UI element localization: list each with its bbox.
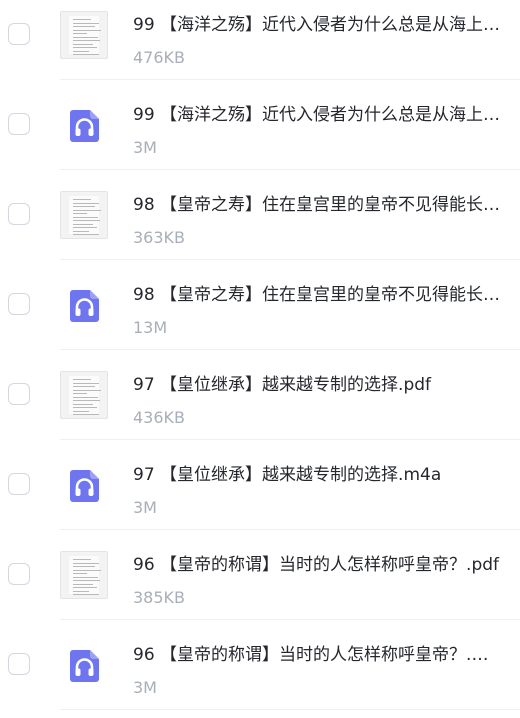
select-checkbox[interactable] (8, 563, 30, 585)
preview-text-line (73, 47, 97, 48)
preview-text-line (73, 202, 99, 204)
file-row[interactable]: 99 【海洋之殇】近代入侵者为什么总是从海上来？.m4a 3M (0, 80, 520, 170)
preview-text-line (73, 209, 101, 211)
file-size: 363KB (133, 228, 186, 247)
file-name[interactable]: 99 【海洋之殇】近代入侵者为什么总是从海上来？.pdf (133, 14, 503, 36)
preview-text-line (73, 559, 91, 560)
preview-text-line (73, 389, 101, 391)
preview-text-line (73, 54, 99, 55)
file-size: 3M (133, 678, 157, 697)
select-checkbox[interactable] (8, 473, 30, 495)
file-name[interactable]: 96 【皇帝的称谓】当时的人怎样称呼皇帝？.pdf (133, 554, 503, 576)
preview-text-line (73, 562, 99, 564)
audio-file-icon (60, 101, 108, 149)
file-row[interactable]: 98 【皇帝之寿】住在皇宫里的皇帝不见得能长寿.m4a 13M (0, 260, 520, 350)
select-checkbox[interactable] (8, 203, 30, 225)
preview-text-line (73, 213, 87, 214)
preview-text-line (73, 566, 95, 567)
select-checkbox[interactable] (8, 23, 30, 45)
preview-text-line (73, 382, 99, 384)
preview-text-line (73, 43, 93, 45)
file-name[interactable]: 97 【皇位继承】越来越专制的选择.pdf (133, 374, 503, 396)
preview-text-line (73, 234, 99, 235)
preview-text-line (73, 19, 91, 20)
audio-file-icon (60, 641, 108, 689)
preview-text-line (73, 40, 100, 41)
preview-text-line (73, 216, 98, 218)
preview-text-line (73, 590, 89, 592)
preview-text-line (73, 206, 95, 207)
preview-text-line (73, 396, 98, 398)
select-checkbox[interactable] (8, 653, 30, 675)
preview-text-line (73, 573, 87, 574)
preview-text-line (73, 587, 97, 588)
document-thumbnail (60, 191, 108, 239)
preview-text-line (73, 576, 98, 578)
preview-text-line (73, 583, 93, 585)
preview-text-line (73, 386, 95, 387)
preview-text-line (73, 220, 100, 221)
headphones-icon (70, 110, 99, 142)
file-name[interactable]: 96 【皇帝的称谓】当时的人怎样称呼皇帝？.m4a (133, 644, 503, 666)
file-row[interactable]: 97 【皇位继承】越来越专制的选择.pdf 436KB (0, 350, 520, 440)
preview-text-line (73, 29, 101, 31)
preview-text-line (73, 407, 97, 408)
document-page-preview (69, 556, 101, 595)
document-page-preview (69, 16, 101, 55)
file-list: 99 【海洋之殇】近代入侵者为什么总是从海上来？.pdf 476KB 99 【海… (0, 0, 520, 718)
document-page-preview (69, 196, 101, 235)
select-checkbox[interactable] (8, 383, 30, 405)
file-row[interactable]: 96 【皇帝的称谓】当时的人怎样称呼皇帝？.pdf 385KB (0, 530, 520, 620)
file-name[interactable]: 98 【皇帝之寿】住在皇宫里的皇帝不见得能长寿.pdf (133, 194, 503, 216)
file-row[interactable]: 99 【海洋之殇】近代入侵者为什么总是从海上来？.pdf 476KB (0, 0, 520, 80)
preview-text-line (73, 569, 101, 571)
document-thumbnail (60, 11, 108, 59)
file-size: 476KB (133, 48, 186, 67)
row-divider (60, 709, 520, 710)
file-size: 3M (133, 138, 157, 157)
file-size: 436KB (133, 408, 186, 427)
preview-text-line (73, 393, 87, 394)
headphones-icon (70, 290, 99, 322)
audio-file-icon (60, 281, 108, 329)
document-thumbnail (60, 371, 108, 419)
preview-text-line (73, 414, 99, 415)
preview-text-line (73, 230, 89, 232)
preview-text-line (73, 580, 100, 581)
file-row[interactable]: 98 【皇帝之寿】住在皇宫里的皇帝不见得能长寿.pdf 363KB (0, 170, 520, 260)
preview-text-line (73, 403, 93, 405)
preview-text-line (73, 26, 95, 27)
preview-text-line (73, 410, 89, 412)
select-checkbox[interactable] (8, 293, 30, 315)
preview-text-line (73, 223, 93, 225)
file-name[interactable]: 97 【皇位继承】越来越专制的选择.m4a (133, 464, 503, 486)
file-row[interactable]: 97 【皇位继承】越来越专制的选择.m4a 3M (0, 440, 520, 530)
file-size: 385KB (133, 588, 186, 607)
file-size: 3M (133, 498, 157, 517)
preview-text-line (73, 400, 100, 401)
file-size: 13M (133, 318, 168, 337)
audio-file-icon (60, 461, 108, 509)
preview-text-line (73, 33, 87, 34)
preview-text-line (73, 379, 91, 380)
headphones-icon (70, 470, 99, 502)
headphones-icon (70, 650, 99, 682)
file-row[interactable]: 96 【皇帝的称谓】当时的人怎样称呼皇帝？.m4a 3M (0, 620, 520, 710)
preview-text-line (73, 594, 99, 595)
file-name[interactable]: 99 【海洋之殇】近代入侵者为什么总是从海上来？.m4a (133, 104, 503, 126)
preview-text-line (73, 22, 99, 24)
document-thumbnail (60, 551, 108, 599)
preview-text-line (73, 50, 89, 52)
select-checkbox[interactable] (8, 113, 30, 135)
preview-text-line (73, 36, 98, 38)
document-page-preview (69, 376, 101, 415)
preview-text-line (73, 199, 91, 200)
file-name[interactable]: 98 【皇帝之寿】住在皇宫里的皇帝不见得能长寿.m4a (133, 284, 503, 306)
preview-text-line (73, 227, 97, 228)
